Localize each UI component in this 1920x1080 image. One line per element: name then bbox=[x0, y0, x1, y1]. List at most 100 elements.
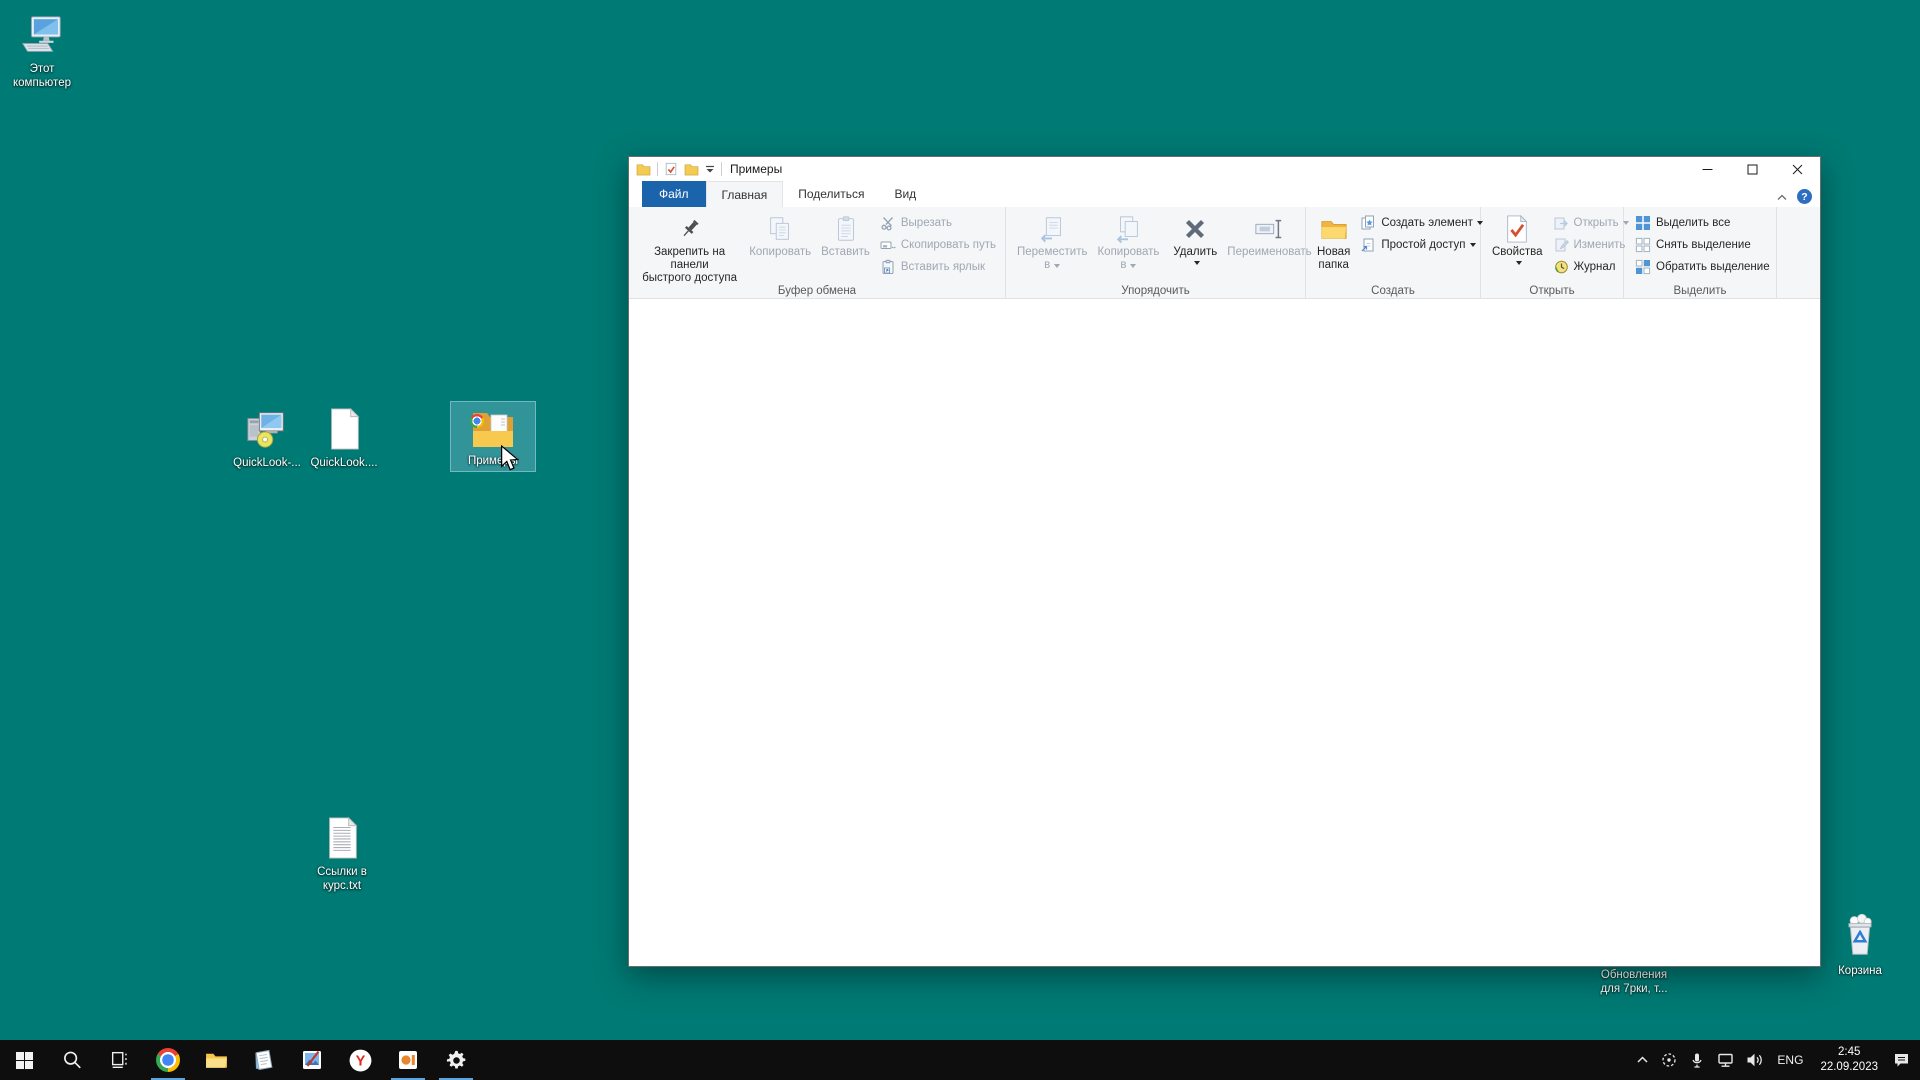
tab-share[interactable]: Поделиться bbox=[783, 181, 879, 207]
copy-to-button[interactable]: Копировать в bbox=[1092, 211, 1164, 274]
window-folder-icon bbox=[636, 163, 651, 176]
desktop-icon-recycle-bin[interactable]: Корзина bbox=[1818, 912, 1902, 978]
task-view-button[interactable] bbox=[96, 1040, 144, 1080]
tab-view[interactable]: Вид bbox=[879, 181, 931, 207]
window-title: Примеры bbox=[730, 162, 782, 176]
action-center-button[interactable] bbox=[1887, 1040, 1916, 1080]
delete-button[interactable]: Удалить bbox=[1168, 211, 1222, 267]
taskbar-settings-button[interactable] bbox=[432, 1040, 480, 1080]
copy-icon bbox=[764, 213, 796, 245]
dropdown-arrow-icon bbox=[1054, 264, 1060, 268]
group-label: Буфер обмена bbox=[629, 285, 1005, 297]
task-view-icon bbox=[109, 1049, 131, 1071]
network-icon bbox=[1716, 1051, 1735, 1069]
tray-show-hidden-icons-button[interactable] bbox=[1630, 1040, 1655, 1080]
history-button[interactable]: Журнал bbox=[1548, 256, 1634, 278]
tray-network-button[interactable] bbox=[1711, 1040, 1740, 1080]
dropdown-arrow-icon bbox=[1130, 264, 1136, 268]
invert-selection-icon bbox=[1635, 259, 1651, 275]
desktop-icon-ssylki-txt[interactable]: Ссылки в курс.txt bbox=[300, 813, 384, 893]
dropdown-arrow-icon bbox=[1470, 243, 1476, 247]
start-button[interactable] bbox=[0, 1040, 48, 1080]
close-button[interactable] bbox=[1775, 157, 1820, 181]
qat-properties-icon[interactable] bbox=[664, 162, 678, 176]
group-label: Выделить bbox=[1624, 285, 1776, 297]
tray-clock[interactable]: 2:45 22.09.2023 bbox=[1811, 1045, 1887, 1075]
chrome-logo-icon bbox=[470, 414, 484, 428]
explorer-window: Примеры Файл Главная Поделиться Вид bbox=[628, 156, 1821, 967]
new-folder-button[interactable]: Новая папка bbox=[1312, 211, 1355, 274]
title-bar[interactable]: Примеры bbox=[629, 157, 1820, 181]
tray-language-indicator[interactable]: ENG bbox=[1769, 1040, 1811, 1080]
window-controls bbox=[1685, 157, 1820, 181]
copy-button[interactable]: Копировать bbox=[744, 211, 816, 261]
move-to-icon bbox=[1036, 213, 1068, 245]
new-item-button[interactable]: Создать элемент bbox=[1355, 212, 1488, 234]
separator bbox=[721, 162, 722, 176]
folder-content-area[interactable] bbox=[629, 299, 1820, 966]
copy-path-button[interactable]: Скопировать путь bbox=[875, 234, 1001, 256]
delete-x-icon bbox=[1179, 213, 1211, 245]
text-file-icon bbox=[300, 813, 384, 861]
clear-selection-button[interactable]: Снять выделение bbox=[1630, 234, 1775, 256]
qat-new-folder-icon[interactable] bbox=[684, 163, 699, 176]
paste-button[interactable]: Вставить bbox=[816, 211, 875, 261]
tray-app-button[interactable] bbox=[1655, 1040, 1683, 1080]
copy-path-icon bbox=[880, 237, 896, 253]
invert-selection-button[interactable]: Обратить выделение bbox=[1630, 256, 1775, 278]
rename-button[interactable]: Переименовать bbox=[1222, 211, 1316, 261]
settings-gear-icon bbox=[445, 1049, 468, 1072]
easy-access-button[interactable]: Простой доступ bbox=[1355, 234, 1488, 256]
taskbar-paint-button[interactable] bbox=[288, 1040, 336, 1080]
pin-quick-access-button[interactable]: Закрепить на панели быстрого доступа bbox=[635, 211, 744, 287]
search-icon bbox=[61, 1049, 83, 1071]
desktop-icon-label: Обновления для 7рки, т... bbox=[1592, 968, 1676, 996]
desktop-icon-this-pc[interactable]: Этот компьютер bbox=[0, 10, 84, 90]
qat-customize-dropdown-icon[interactable] bbox=[705, 165, 715, 174]
taskbar-notepad-button[interactable] bbox=[240, 1040, 288, 1080]
dropdown-arrow-icon bbox=[1194, 261, 1200, 265]
easy-access-icon bbox=[1360, 237, 1376, 253]
group-label: Открыть bbox=[1481, 285, 1623, 297]
desktop-icon-quicklook-installer[interactable]: QuickLook-... bbox=[225, 404, 309, 470]
edit-button[interactable]: Изменить bbox=[1548, 234, 1634, 256]
taskbar-yandex-button[interactable]: Y bbox=[336, 1040, 384, 1080]
help-icon[interactable] bbox=[1797, 189, 1812, 204]
create-small-buttons: Создать элемент Простой доступ bbox=[1355, 211, 1488, 256]
desktop-icon-quicklook-file[interactable]: QuickLook.... bbox=[302, 404, 386, 470]
desktop-icon-primery-folder[interactable]: Примеры bbox=[451, 402, 535, 471]
collapse-ribbon-icon[interactable] bbox=[1776, 193, 1788, 201]
taskbar-search-button[interactable] bbox=[48, 1040, 96, 1080]
paste-icon bbox=[830, 213, 862, 245]
tray-date: 22.09.2023 bbox=[1820, 1060, 1878, 1075]
maximize-button[interactable] bbox=[1730, 157, 1775, 181]
cut-button[interactable]: Вырезать bbox=[875, 212, 1001, 234]
tray-microphone-button[interactable] bbox=[1683, 1040, 1711, 1080]
desktop-icon-label: QuickLook.... bbox=[302, 456, 386, 470]
minimize-button[interactable] bbox=[1685, 157, 1730, 181]
yandex-browser-icon: Y bbox=[348, 1048, 373, 1073]
tab-home[interactable]: Главная bbox=[706, 181, 784, 207]
desktop-icon-label: Корзина bbox=[1818, 964, 1902, 978]
ribbon: Закрепить на панели быстрого доступа Коп… bbox=[629, 207, 1820, 299]
open-small-buttons: Открыть Изменить bbox=[1548, 211, 1634, 278]
tray-app-icon bbox=[1660, 1051, 1678, 1069]
paste-shortcut-button[interactable]: Вставить ярлык bbox=[875, 256, 1001, 278]
group-label: Упорядочить bbox=[1006, 285, 1305, 297]
taskbar-explorer-button[interactable] bbox=[192, 1040, 240, 1080]
select-all-button[interactable]: Выделить все bbox=[1630, 212, 1775, 234]
tray-volume-button[interactable] bbox=[1740, 1040, 1769, 1080]
open-button[interactable]: Открыть bbox=[1548, 212, 1634, 234]
group-label: Создать bbox=[1306, 285, 1480, 297]
chrome-icon bbox=[156, 1048, 180, 1072]
taskbar-presentation-app-button[interactable] bbox=[384, 1040, 432, 1080]
paste-shortcut-icon bbox=[880, 259, 896, 275]
desktop-icon-label: Ссылки в курс.txt bbox=[300, 865, 384, 893]
properties-button[interactable]: Свойства bbox=[1487, 211, 1548, 267]
tab-file[interactable]: Файл bbox=[642, 181, 706, 207]
select-all-icon bbox=[1635, 215, 1651, 231]
new-item-icon bbox=[1360, 215, 1376, 231]
taskbar-chrome-button[interactable] bbox=[144, 1040, 192, 1080]
move-to-button[interactable]: Переместить в bbox=[1012, 211, 1092, 274]
clipboard-small-buttons: Вырезать Скопировать путь bbox=[875, 211, 1001, 278]
